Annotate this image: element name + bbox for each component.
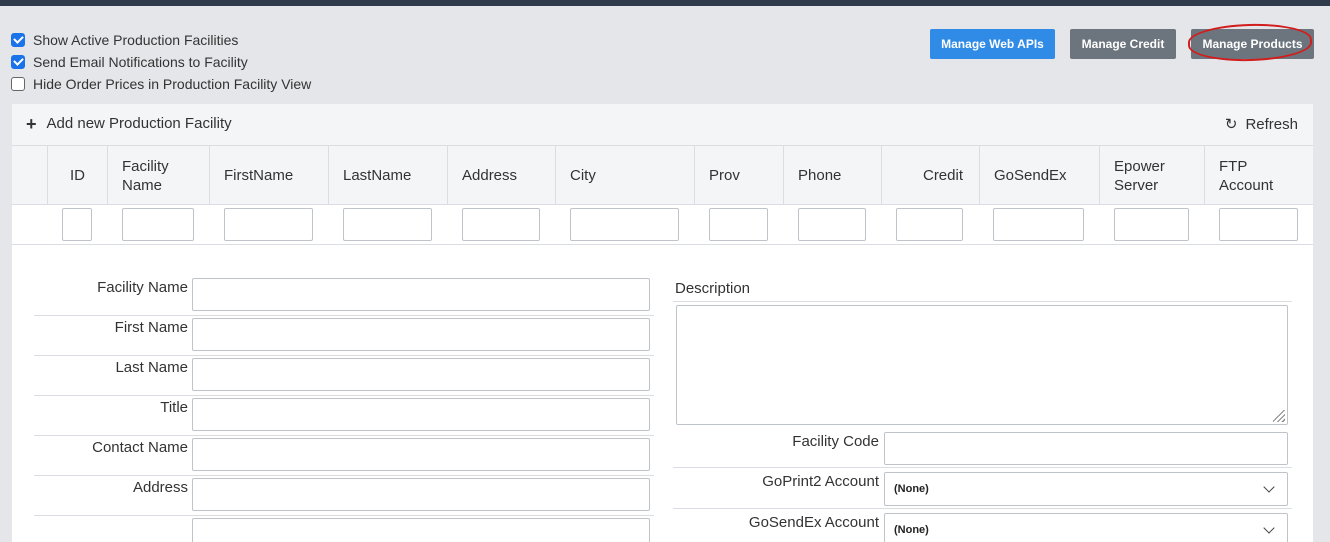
column-header-epower-server[interactable]: Epower Server [1099, 146, 1204, 205]
gosendex-account-select[interactable]: (None) [884, 513, 1288, 542]
checkbox-send-email[interactable] [11, 55, 25, 69]
form-row-description: Description [673, 276, 1292, 302]
form-row-gosendex-account: GoSendEx Account (None) [673, 509, 1292, 542]
title-input[interactable] [192, 398, 650, 431]
first-name-input[interactable] [192, 318, 650, 351]
column-header-label: FTP [1219, 157, 1248, 175]
option-show-active[interactable]: Show Active Production Facilities [11, 32, 238, 48]
resize-grip-icon[interactable] [1273, 410, 1285, 422]
column-header-facility-name[interactable]: Facility Name [107, 146, 209, 205]
column-header-label: Epower [1114, 157, 1165, 175]
refresh-label: Refresh [1245, 115, 1298, 133]
option-show-active-label: Show Active Production Facilities [33, 32, 239, 48]
column-header-label-2: Name [122, 176, 163, 194]
first-name-label: First Name [114, 319, 188, 336]
facility-code-input[interactable] [884, 432, 1288, 465]
add-new-label: Add new Production Facility [46, 115, 232, 132]
column-header-label: Address [462, 167, 518, 184]
column-header-phone[interactable]: Phone [783, 146, 881, 205]
form-row-last-name: Last Name [34, 356, 654, 396]
manage-credit-button[interactable]: Manage Credit [1070, 29, 1176, 59]
column-header-label-2: Server [1114, 176, 1159, 194]
column-header-credit[interactable]: Credit [881, 146, 979, 205]
column-header-gosendex[interactable]: GoSendEx [979, 146, 1099, 205]
form-row-goprint2-account: GoPrint2 Account (None) [673, 468, 1292, 509]
refresh-button[interactable]: ↻ Refresh [1224, 115, 1298, 134]
filter-address-input[interactable] [462, 208, 540, 241]
filter-firstname-input[interactable] [224, 208, 313, 241]
option-send-email[interactable]: Send Email Notifications to Facility [11, 54, 248, 70]
add-new-facility-button[interactable]: + Add new Production Facility [26, 113, 232, 134]
goprint2-account-select[interactable]: (None) [884, 472, 1288, 506]
chevron-down-icon [1263, 481, 1275, 493]
column-header-prov[interactable]: Prov [694, 146, 783, 205]
grid-header: ID Facility Name FirstName LastName Addre… [12, 146, 1313, 205]
form-row-address-2 [34, 516, 654, 542]
form-row-title: Title [34, 396, 654, 436]
filter-phone-input[interactable] [798, 208, 866, 241]
goprint2-account-value: (None) [894, 483, 929, 495]
column-header-label: Facility [122, 157, 169, 175]
contact-name-input[interactable] [192, 438, 650, 471]
filter-ftp-account-input[interactable] [1219, 208, 1298, 241]
column-header-city[interactable]: City [555, 146, 694, 205]
plus-icon: + [26, 113, 37, 134]
column-header-label: City [570, 167, 596, 184]
column-header-label: Prov [709, 167, 740, 184]
form-row-first-name: First Name [34, 316, 654, 356]
column-header-lastname[interactable]: LastName [328, 146, 447, 205]
form-row-facility-name: Facility Name [34, 276, 654, 316]
contact-name-label: Contact Name [92, 439, 188, 456]
address-line2-input[interactable] [192, 518, 650, 542]
address-input[interactable] [192, 478, 650, 511]
filter-credit-input[interactable] [896, 208, 963, 241]
column-header-label: GoSendEx [994, 167, 1067, 184]
filter-id-input[interactable] [62, 208, 92, 241]
gosendex-account-value: (None) [894, 524, 929, 536]
top-bar [0, 0, 1330, 6]
option-hide-prices[interactable]: Hide Order Prices in Production Facility… [11, 76, 311, 92]
title-label: Title [160, 399, 188, 416]
facility-name-input[interactable] [192, 278, 650, 311]
option-hide-prices-label: Hide Order Prices in Production Facility… [33, 76, 312, 92]
manage-products-button[interactable]: Manage Products [1191, 29, 1314, 59]
form-row-facility-code: Facility Code [673, 428, 1292, 468]
address-label: Address [132, 479, 188, 496]
last-name-input[interactable] [192, 358, 650, 391]
form-row-contact-name: Contact Name [34, 436, 654, 476]
description-textarea[interactable] [676, 305, 1288, 425]
column-header-ftp-account[interactable]: FTP Account [1204, 146, 1313, 205]
facility-code-label: Facility Code [792, 433, 879, 450]
refresh-icon: ↻ [1224, 116, 1238, 133]
column-header-label: ID [70, 167, 85, 184]
chevron-down-icon [1263, 522, 1275, 534]
gosendex-account-label: GoSendEx Account [748, 514, 879, 531]
filter-gosendex-input[interactable] [993, 208, 1084, 241]
last-name-label: Last Name [115, 359, 188, 376]
manage-web-apis-button[interactable]: Manage Web APIs [930, 29, 1055, 59]
facility-panel: + Add new Production Facility ↻ Refresh … [12, 104, 1313, 542]
column-header-label-2: Account [1219, 176, 1274, 194]
checkbox-hide-prices[interactable] [11, 77, 25, 91]
filter-city-input[interactable] [570, 208, 679, 241]
description-label: Description [675, 280, 751, 297]
facility-name-label: Facility Name [97, 279, 188, 296]
column-header-label: Phone [798, 167, 842, 184]
filter-epower-server-input[interactable] [1114, 208, 1189, 241]
checkbox-show-active[interactable] [11, 33, 25, 47]
column-header-label: FirstName [224, 167, 294, 184]
grid-toolbar: + Add new Production Facility ↻ Refresh [12, 104, 1313, 146]
column-header-label: Credit [922, 167, 963, 184]
filter-prov-input[interactable] [709, 208, 768, 241]
grid-filter-row [12, 205, 1313, 245]
column-header-label: LastName [343, 167, 412, 184]
form-row-address: Address [34, 476, 654, 516]
column-header-id[interactable]: ID [47, 146, 107, 205]
filter-lastname-input[interactable] [343, 208, 432, 241]
filter-facility-name-input[interactable] [122, 208, 194, 241]
goprint2-account-label: GoPrint2 Account [762, 473, 879, 490]
column-header-address[interactable]: Address [447, 146, 555, 205]
option-send-email-label: Send Email Notifications to Facility [33, 54, 248, 70]
column-header-firstname[interactable]: FirstName [209, 146, 328, 205]
